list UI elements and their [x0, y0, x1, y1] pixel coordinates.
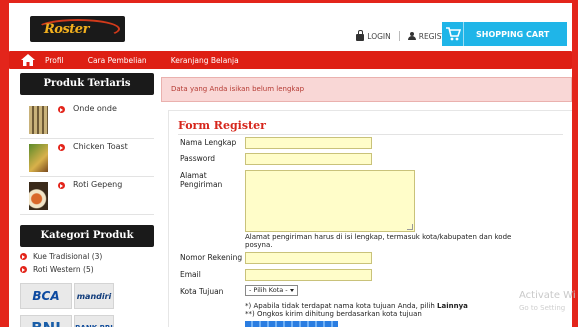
- bank-logos: BCA mandiri BNI BANK BRI: [20, 283, 154, 327]
- kategori-list: Kue Tradisional (3) Roti Western (5): [20, 251, 154, 277]
- cart-label: SHOPPING CART: [476, 29, 550, 39]
- list-item[interactable]: Roti Gepeng: [20, 177, 154, 215]
- cart-icon: [442, 22, 464, 46]
- nama-label: Nama Lengkap: [180, 138, 237, 147]
- user-icon: [407, 32, 416, 40]
- nav-item-profil[interactable]: Profil: [45, 56, 64, 65]
- lock-icon: [356, 30, 365, 41]
- login-link[interactable]: LOGIN: [356, 30, 391, 41]
- bri-logo: BANK BRI: [74, 315, 114, 327]
- kota-label: Kota Tujuan: [180, 287, 224, 296]
- sidebar: Produk Terlaris Onde onde Chicken Toast …: [20, 73, 154, 327]
- kota-tujuan-select[interactable]: - Pilih Kota -: [245, 285, 298, 296]
- produk-list: Onde onde Chicken Toast Roti Gepeng: [20, 101, 154, 215]
- bullet-arrow-icon: [58, 106, 65, 113]
- form-title-divider: [178, 134, 563, 135]
- product-name[interactable]: Onde onde: [73, 104, 117, 113]
- form-title: Form Register: [178, 119, 266, 132]
- bank-row: BCA mandiri: [20, 283, 154, 309]
- watermark-line-2: Go to Setting: [519, 304, 566, 312]
- list-item[interactable]: Chicken Toast: [20, 139, 154, 177]
- category-name[interactable]: Roti Western (5): [33, 265, 94, 274]
- product-thumbnail[interactable]: [29, 106, 48, 134]
- frame-right-border: [572, 0, 578, 327]
- register-form: Form Register Nama Lengkap Password Alam…: [168, 110, 572, 327]
- list-item[interactable]: Roti Western (5): [20, 264, 154, 277]
- kota-note: *) Apabila tidak terdapat nama kota tuju…: [245, 302, 545, 318]
- link-divider: [398, 31, 400, 41]
- email-input[interactable]: [245, 269, 372, 281]
- bullet-arrow-icon: [20, 266, 27, 273]
- error-alert: Data yang Anda isikan belum lengkap: [161, 77, 572, 102]
- produk-terlaris-heading: Produk Terlaris: [20, 73, 154, 95]
- product-thumbnail[interactable]: [29, 182, 48, 210]
- bullet-arrow-icon: [58, 144, 65, 151]
- alamat-pengiriman-textarea[interactable]: [245, 170, 415, 232]
- product-name[interactable]: Chicken Toast: [73, 142, 128, 151]
- main-navbar: Profil Cara Pembelian Keranjang Belanja: [9, 51, 572, 69]
- nama-lengkap-input[interactable]: [245, 137, 372, 149]
- bni-logo: BNI: [20, 315, 72, 327]
- note-ongkir: **) Ongkos kirim dihitung berdasarkan ko…: [245, 310, 422, 318]
- note-prefix: *) Apabila tidak terdapat nama kota tuju…: [245, 302, 438, 310]
- list-item[interactable]: Onde onde: [20, 101, 154, 139]
- shopping-cart-button[interactable]: SHOPPING CART: [442, 22, 567, 46]
- kategori-produk-heading: Kategori Produk: [20, 225, 154, 247]
- password-label: Password: [180, 154, 216, 163]
- rekening-label: Nomor Rekening: [180, 253, 243, 262]
- login-label: LOGIN: [367, 31, 391, 41]
- bullet-arrow-icon: [58, 182, 65, 189]
- frame-left-border: [0, 0, 9, 327]
- home-icon[interactable]: [21, 54, 35, 66]
- bca-logo: BCA: [20, 283, 72, 309]
- category-name[interactable]: Kue Tradisional (3): [33, 252, 102, 261]
- list-item[interactable]: Kue Tradisional (3): [20, 251, 154, 264]
- note-lainnya: Lainnya: [437, 302, 468, 310]
- bullet-arrow-icon: [20, 253, 27, 260]
- watermark-line-1: Activate Wi: [519, 290, 576, 301]
- site-header: Roster LOGIN REGISTER SHOPPING CART: [9, 3, 572, 47]
- windows-activation-watermark: Activate Wi Go to Setting: [519, 290, 576, 314]
- nomor-rekening-input[interactable]: [245, 252, 372, 264]
- mandiri-logo: mandiri: [74, 283, 114, 309]
- email-label: Email: [180, 270, 201, 279]
- password-input[interactable]: [245, 153, 372, 165]
- nav-item-keranjang-belanja[interactable]: Keranjang Belanja: [171, 56, 239, 65]
- site-logo[interactable]: Roster: [30, 16, 125, 42]
- product-name[interactable]: Roti Gepeng: [73, 180, 122, 189]
- logo-text: Roster: [44, 22, 89, 37]
- alamat-hint: Alamat pengiriman harus di isi lengkap, …: [245, 233, 512, 249]
- captcha-image: [245, 321, 338, 327]
- alamat-label: Alamat Pengiriman: [180, 171, 223, 189]
- nav-item-cara-pembelian[interactable]: Cara Pembelian: [88, 56, 147, 65]
- bank-row: BNI BANK BRI: [20, 315, 154, 327]
- product-thumbnail[interactable]: [29, 144, 48, 172]
